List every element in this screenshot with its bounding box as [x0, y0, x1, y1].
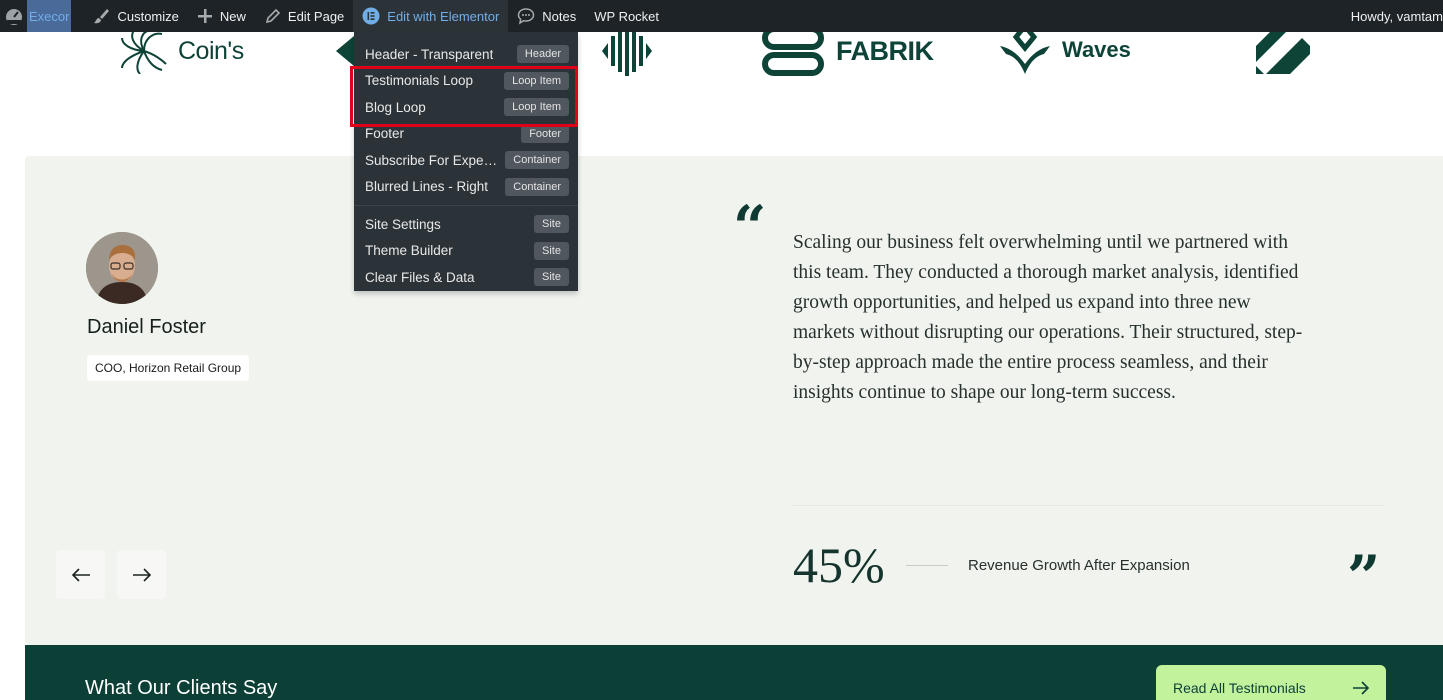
- stat-label: Revenue Growth After Expansion: [968, 557, 1190, 574]
- arrow-left-icon: [71, 567, 90, 582]
- customize-link[interactable]: Customize: [83, 0, 187, 32]
- dropdown-item-badge: Footer: [521, 124, 569, 143]
- open-quote-icon: “: [733, 193, 767, 261]
- dropdown-item-label: Clear Files & Data: [365, 269, 475, 285]
- dropdown-item-label: Footer: [365, 126, 405, 142]
- dropdown-separator: [354, 205, 578, 206]
- coins-logo-icon: [121, 29, 167, 74]
- stat-connector-line: [906, 565, 948, 566]
- edit-with-elementor-menu[interactable]: Edit with Elementor: [353, 0, 509, 32]
- read-all-label: Read All Testimonials: [1173, 680, 1306, 696]
- dropdown-item-label: Testimonials Loop: [365, 73, 474, 89]
- previous-button[interactable]: [56, 550, 105, 599]
- dropdown-item-header-transparent[interactable]: Header - Transparent Header: [354, 41, 578, 68]
- dropdown-item-subscribe[interactable]: Subscribe For Expert Insights Container: [354, 147, 578, 174]
- dropdown-item-label: Blurred Lines - Right: [365, 179, 489, 195]
- dropdown-item-theme-builder[interactable]: Theme Builder Site: [354, 238, 578, 265]
- fabrik-logo-text: FABRIK: [836, 35, 934, 66]
- stat-value: 45%: [793, 537, 885, 593]
- dropdown-item-label: Subscribe For Expert Insights: [365, 152, 501, 168]
- customize-label: Customize: [117, 8, 179, 24]
- dropdown-item-footer[interactable]: Footer Footer: [354, 121, 578, 148]
- new-label: New: [219, 8, 246, 24]
- pencil-icon: [265, 8, 281, 23]
- wp-rocket-label: WP Rocket: [594, 8, 660, 24]
- section-heading: What Our Clients Say: [85, 677, 278, 699]
- dropdown-item-label: Header - Transparent: [365, 46, 494, 62]
- dropdown-item-badge: Loop Item: [504, 98, 569, 117]
- wp-admin-bar: Execor Customize New Edit Page Edit with…: [0, 0, 1443, 32]
- person-portrait-icon: [86, 232, 158, 304]
- dropdown-item-badge: Container: [505, 151, 569, 170]
- dropdown-item-clear-files[interactable]: Clear Files & Data Site: [354, 264, 578, 291]
- stripes-logo-icon: [602, 26, 652, 76]
- dropdown-item-blog-loop[interactable]: Blog Loop Loop Item: [354, 94, 578, 121]
- dropdown-item-badge: Site: [534, 241, 569, 260]
- dashboard-icon: [6, 9, 22, 25]
- client-logos-row: Coin's FABRIK Waves: [0, 24, 1443, 122]
- dropdown-item-badge: Site: [534, 215, 569, 234]
- wp-rocket-link[interactable]: WP Rocket: [585, 0, 668, 32]
- arrow-right-icon: [1353, 681, 1370, 695]
- read-all-testimonials-button[interactable]: Read All Testimonials: [1156, 665, 1386, 700]
- edit-page-label: Edit Page: [287, 8, 345, 24]
- logo-geometric: [1252, 26, 1312, 74]
- brush-icon: [94, 9, 110, 24]
- new-content-link[interactable]: New: [188, 0, 255, 32]
- dropdown-item-site-settings[interactable]: Site Settings Site: [354, 211, 578, 238]
- dropdown-item-label: Theme Builder: [365, 243, 453, 259]
- dropdown-item-badge: Site: [534, 268, 569, 287]
- logo-partial-left: [336, 36, 354, 66]
- logo-coins: Coin's: [118, 28, 244, 74]
- edit-page-link[interactable]: Edit Page: [255, 0, 353, 32]
- plus-icon: [197, 9, 212, 23]
- geometric-logo-icon: [1256, 26, 1310, 74]
- dropdown-item-label: Site Settings: [365, 216, 441, 232]
- dropdown-item-blurred-lines[interactable]: Blurred Lines - Right Container: [354, 174, 578, 201]
- notes-link[interactable]: Notes: [508, 0, 585, 32]
- elementor-icon: [362, 7, 380, 25]
- notes-label: Notes: [542, 8, 577, 24]
- arrow-right-icon: [132, 567, 151, 582]
- logo-fabrik: FABRIK: [762, 26, 934, 76]
- dropdown-item-badge: Container: [505, 177, 569, 196]
- dropdown-item-badge: Header: [516, 45, 569, 64]
- next-button[interactable]: [117, 550, 166, 599]
- coins-logo-text: Coin's: [178, 36, 244, 65]
- stat-divider: [793, 505, 1383, 506]
- logo-stripes: [600, 26, 654, 76]
- avatar: [86, 232, 158, 304]
- testimonial-quote: Scaling our business felt overwhelming u…: [793, 232, 1303, 403]
- author-role-tag: COO, Horizon Retail Group: [87, 355, 250, 381]
- waves-logo-text: Waves: [1062, 37, 1131, 62]
- site-menu[interactable]: Execor: [0, 0, 75, 32]
- howdy-greeting: Howdy, vamtam: [1350, 8, 1443, 24]
- site-name[interactable]: Execor: [27, 0, 72, 32]
- dropdown-item-testimonials-loop[interactable]: Testimonials Loop Loop Item: [354, 68, 578, 95]
- speech-bubble-icon: [518, 8, 535, 25]
- elementor-dropdown-menu: Header - Transparent Header Testimonials…: [354, 32, 578, 291]
- dropdown-item-label: Blog Loop: [365, 99, 426, 115]
- dropdown-item-badge: Loop Item: [504, 71, 569, 90]
- partial-logo-icon: [336, 36, 354, 66]
- fabrik-logo-icon: [762, 26, 824, 76]
- testimonial-author-name: Daniel Foster: [87, 316, 206, 338]
- edit-elementor-label: Edit with Elementor: [387, 8, 500, 24]
- close-quote-icon: ”: [1347, 543, 1381, 611]
- my-account-menu[interactable]: Howdy, vamtam: [1351, 0, 1443, 32]
